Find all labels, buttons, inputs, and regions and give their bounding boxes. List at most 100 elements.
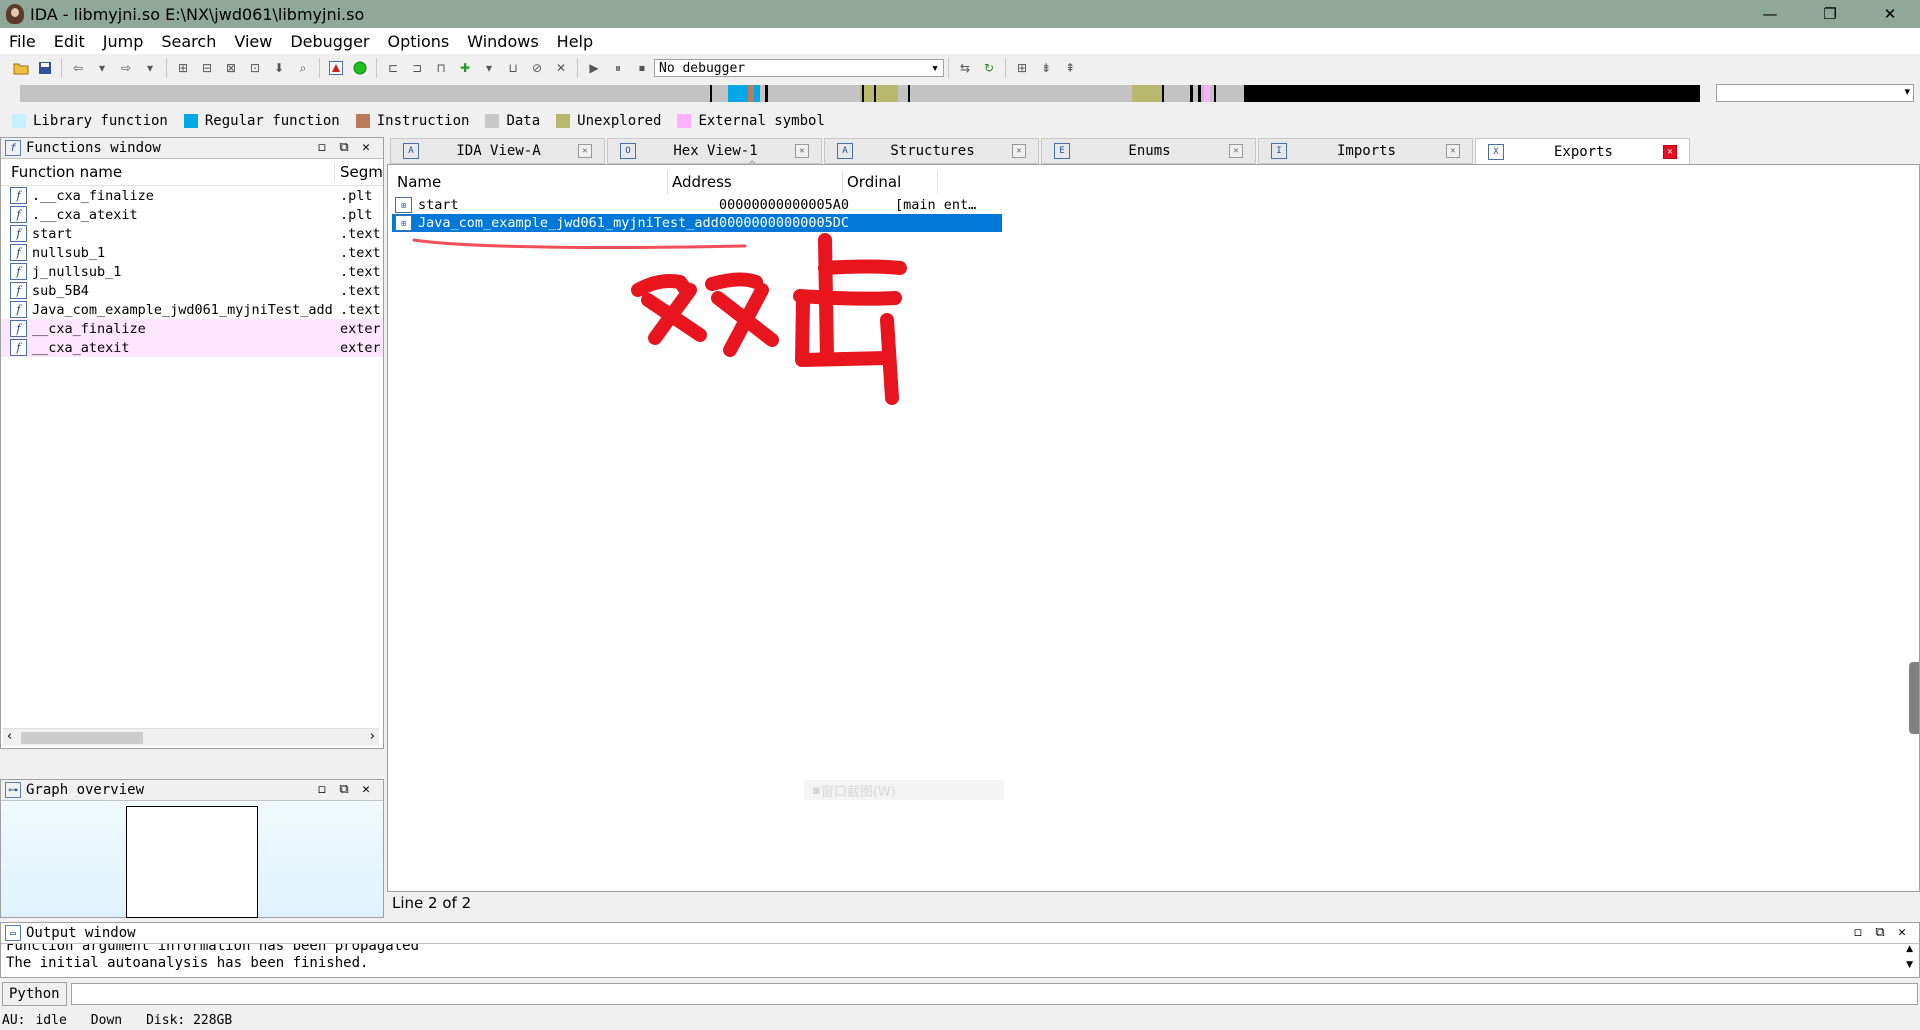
- structures-icon: A: [837, 143, 853, 159]
- function-row[interactable]: f nullsub_1 .text: [1, 243, 383, 262]
- save-icon[interactable]: [36, 59, 54, 77]
- hex-view-icon: O: [620, 143, 636, 159]
- forward-arrow-icon[interactable]: ⇨: [117, 59, 135, 77]
- panel-float-icon[interactable]: ⧉: [333, 782, 355, 797]
- code-icon[interactable]: ⊏: [384, 59, 402, 77]
- output-text-area[interactable]: Function argument information has been p…: [1, 944, 1919, 978]
- column-address[interactable]: Address ^: [668, 160, 843, 194]
- minimize-button[interactable]: —: [1740, 0, 1800, 28]
- python-command-input[interactable]: [70, 983, 1918, 1005]
- menu-windows[interactable]: Windows: [458, 32, 547, 51]
- scroll-left-icon[interactable]: ‹: [7, 729, 12, 744]
- function-icon[interactable]: ⊓: [432, 59, 450, 77]
- graph-icon: ⊶: [5, 782, 21, 798]
- chevron-down-icon[interactable]: ▾: [480, 59, 498, 77]
- vertical-scroll-handle[interactable]: [1909, 662, 1919, 734]
- nav-dropdown[interactable]: ▾: [1716, 84, 1914, 102]
- functions-horizontal-scrollbar[interactable]: ‹ ›: [3, 728, 379, 746]
- tab-ida-view-a[interactable]: A IDA View-A ✕: [390, 138, 605, 164]
- menu-edit[interactable]: Edit: [45, 32, 94, 51]
- tab-close-icon[interactable]: ✕: [1012, 144, 1026, 158]
- navigation-bar[interactable]: [20, 85, 1700, 102]
- search-immediate-icon[interactable]: ⊠: [222, 59, 240, 77]
- column-segment[interactable]: Segm: [335, 163, 383, 181]
- function-row[interactable]: f j_nullsub_1 .text: [1, 262, 383, 281]
- function-row[interactable]: f .__cxa_atexit .plt: [1, 205, 383, 224]
- function-row[interactable]: f Java_com_example_jwd061_myjniTest_add .t…: [1, 300, 383, 319]
- scrollbar-thumb[interactable]: [21, 732, 143, 744]
- tab-close-icon[interactable]: ✕: [1229, 144, 1243, 158]
- panel-close-icon[interactable]: ✕: [1891, 925, 1913, 940]
- scroll-right-icon[interactable]: ›: [370, 729, 375, 744]
- close-button[interactable]: ✕: [1860, 0, 1920, 28]
- menu-search[interactable]: Search: [152, 32, 225, 51]
- function-row[interactable]: f __cxa_finalize extern: [1, 319, 383, 338]
- tab-hex-view-1[interactable]: O Hex View-1 ✕: [607, 138, 822, 164]
- step-into-icon[interactable]: ⇟: [1037, 59, 1055, 77]
- delete-x-icon[interactable]: ✕: [552, 59, 570, 77]
- struct-icon[interactable]: ⊔: [504, 59, 522, 77]
- tab-close-icon[interactable]: ✕: [578, 144, 592, 158]
- column-name[interactable]: Name: [393, 170, 668, 194]
- tab-imports[interactable]: I Imports ✕: [1258, 138, 1473, 164]
- pause-icon[interactable]: ⏸: [609, 59, 627, 77]
- menu-debugger[interactable]: Debugger: [281, 32, 378, 51]
- tab-close-icon[interactable]: ✕: [1663, 144, 1677, 159]
- debugger-select[interactable]: No debugger ▾: [654, 59, 944, 77]
- panel-close-icon[interactable]: ✕: [355, 782, 377, 797]
- nav-segment-unexplored: [1132, 85, 1162, 102]
- function-row[interactable]: f __cxa_atexit extern: [1, 338, 383, 357]
- panel-restore-icon[interactable]: ◻: [311, 782, 333, 797]
- menu-options[interactable]: Options: [379, 32, 459, 51]
- nav-segment-marker: [710, 85, 712, 102]
- column-function-name[interactable]: Function name: [1, 163, 335, 181]
- open-folder-icon[interactable]: [12, 59, 30, 77]
- green-circle-icon[interactable]: [351, 59, 369, 77]
- function-row[interactable]: f .__cxa_finalize .plt: [1, 186, 383, 205]
- function-row[interactable]: f sub_5B4 .text: [1, 281, 383, 300]
- menu-view[interactable]: View: [225, 32, 281, 51]
- function-row[interactable]: f start .text: [1, 224, 383, 243]
- search-text-icon[interactable]: ⊟: [198, 59, 216, 77]
- panel-restore-icon[interactable]: ◻: [1847, 925, 1869, 940]
- chevron-down-icon[interactable]: ▼: [1906, 960, 1913, 970]
- menu-file[interactable]: File: [0, 32, 45, 51]
- maximize-button[interactable]: ❐: [1800, 0, 1860, 28]
- stop-icon[interactable]: ⏹: [633, 59, 651, 77]
- export-row-selected[interactable]: ⊞ Java_com_example_jwd061_myjniTest_add …: [392, 214, 1002, 232]
- find-icon[interactable]: ⌕: [294, 59, 312, 77]
- search-binary-icon[interactable]: ⊞: [174, 59, 192, 77]
- tab-exports[interactable]: X Exports ✕: [1475, 138, 1690, 164]
- python-button[interactable]: Python: [2, 982, 67, 1006]
- chevron-up-icon[interactable]: ▲: [1906, 944, 1913, 954]
- refresh-icon[interactable]: ↻: [980, 59, 998, 77]
- panel-close-icon[interactable]: ✕: [355, 140, 377, 155]
- tab-structures[interactable]: A Structures ✕: [824, 138, 1039, 164]
- menu-jump[interactable]: Jump: [94, 32, 153, 51]
- export-row[interactable]: ⊞ start 00000000000005A0 [main ent…: [392, 196, 985, 214]
- search-next-icon[interactable]: ⊡: [246, 59, 264, 77]
- trace-icon[interactable]: ⊞: [1013, 59, 1031, 77]
- graph-overview-canvas[interactable]: [126, 806, 258, 918]
- nav-segment-unexplored: [860, 85, 898, 102]
- unexplored-icon[interactable]: ⊘: [528, 59, 546, 77]
- step-over-icon[interactable]: ⇞: [1061, 59, 1079, 77]
- panel-restore-icon[interactable]: ◻: [311, 140, 333, 155]
- play-icon[interactable]: ▶: [585, 59, 603, 77]
- panel-float-icon[interactable]: ⧉: [1869, 925, 1891, 940]
- menu-help[interactable]: Help: [548, 32, 602, 51]
- tab-close-icon[interactable]: ✕: [1446, 144, 1460, 158]
- download-icon[interactable]: ⬇: [270, 59, 288, 77]
- tab-enums[interactable]: E Enums ✕: [1041, 138, 1256, 164]
- back-arrow-icon[interactable]: ⇦: [69, 59, 87, 77]
- chevron-down-icon[interactable]: ▾: [93, 59, 111, 77]
- panel-float-icon[interactable]: ⧉: [333, 140, 355, 155]
- add-green-icon[interactable]: ✚: [456, 59, 474, 77]
- tab-close-icon[interactable]: ✕: [795, 144, 809, 158]
- column-ordinal[interactable]: Ordinal: [843, 170, 938, 194]
- ida-view-icon[interactable]: [327, 59, 345, 77]
- attach-icon[interactable]: ⇆: [956, 59, 974, 77]
- chevron-down-icon[interactable]: ▾: [141, 59, 159, 77]
- toolbar-separator: [376, 58, 377, 78]
- data-icon[interactable]: ⊐: [408, 59, 426, 77]
